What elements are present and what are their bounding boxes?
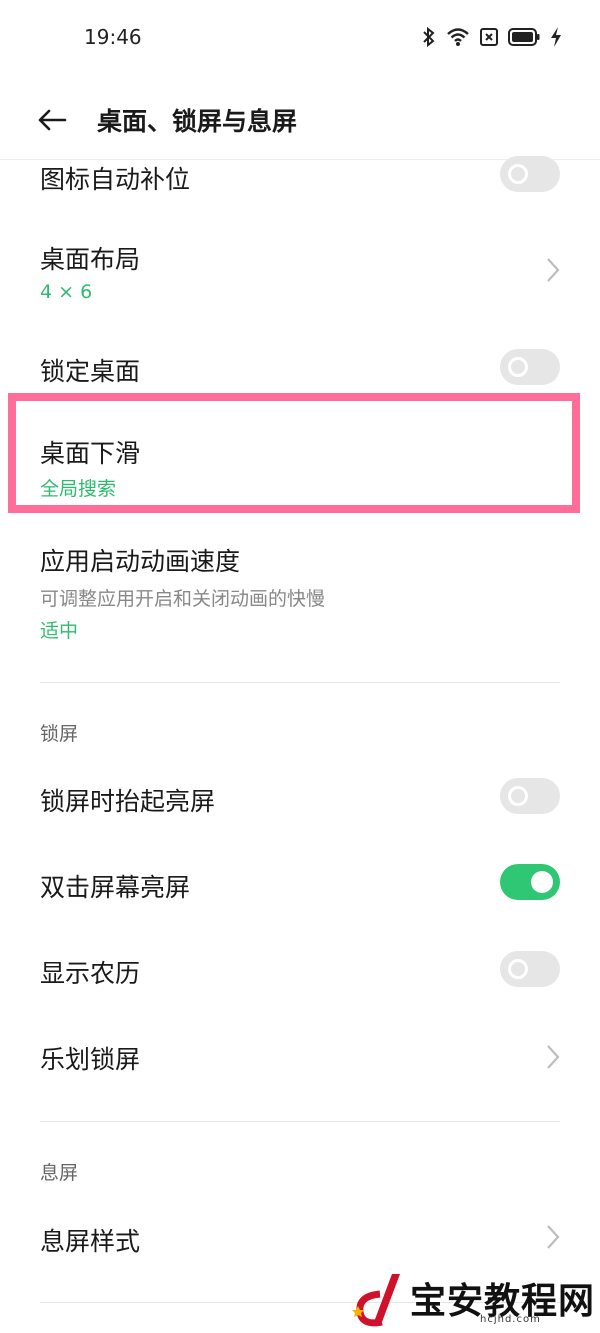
setting-title: 锁屏时抬起亮屏 — [40, 787, 216, 816]
status-time: 19:46 — [84, 25, 142, 49]
back-button[interactable] — [30, 100, 74, 140]
status-icons — [422, 26, 562, 48]
page-title: 桌面、锁屏与息屏 — [97, 107, 298, 136]
setting-title: 应用启动动画速度 — [40, 547, 241, 576]
watermark-logo-icon — [352, 1274, 400, 1327]
setting-value: 4 × 6 — [40, 281, 93, 303]
setting-title: 桌面下滑 — [40, 439, 141, 468]
lunar-calendar-toggle[interactable] — [500, 951, 560, 987]
section-header-lock: 锁屏 — [40, 723, 79, 745]
setting-title: 双击屏幕亮屏 — [40, 873, 191, 902]
section-header-aod: 息屏 — [40, 1162, 79, 1184]
setting-title: 锁定桌面 — [40, 357, 141, 386]
bluetooth-icon — [422, 26, 436, 48]
watermark: 宝安教程网 hcjhd.com — [352, 1272, 594, 1330]
setting-lehua-lockscreen[interactable]: 乐划锁屏 — [0, 1018, 600, 1094]
sim-off-icon — [480, 28, 498, 46]
setting-title: 乐划锁屏 — [40, 1045, 141, 1074]
setting-aod-style[interactable]: 息屏样式 — [0, 1200, 600, 1276]
setting-icon-auto-fill[interactable]: 图标自动补位 — [0, 156, 600, 202]
chevron-right-icon — [547, 258, 560, 282]
setting-lock-desktop[interactable]: 锁定桌面 — [0, 330, 600, 400]
icon-auto-fill-toggle[interactable] — [500, 156, 560, 192]
double-tap-wake-toggle[interactable] — [500, 864, 560, 900]
arrow-left-icon — [38, 109, 67, 131]
wifi-icon — [446, 27, 470, 47]
setting-title: 桌面布局 — [40, 245, 141, 274]
setting-raise-to-wake[interactable]: 锁屏时抬起亮屏 — [0, 760, 600, 836]
lock-desktop-toggle[interactable] — [500, 349, 560, 385]
raise-to-wake-toggle[interactable] — [500, 778, 560, 814]
setting-double-tap-wake[interactable]: 双击屏幕亮屏 — [0, 846, 600, 922]
divider — [40, 682, 560, 683]
setting-desktop-swipe-down[interactable]: 桌面下滑 全局搜索 — [0, 412, 600, 512]
setting-title: 显示农历 — [40, 959, 141, 988]
chevron-right-icon — [547, 1045, 560, 1069]
chevron-right-icon — [547, 1225, 560, 1249]
setting-title: 息屏样式 — [40, 1227, 141, 1256]
watermark-url: hcjhd.com — [480, 1314, 541, 1325]
setting-title: 图标自动补位 — [40, 165, 191, 194]
setting-app-launch-animation-speed[interactable]: 应用启动动画速度 可调整应用开启和关闭动画的快慢 适中 — [0, 520, 600, 650]
app-bar: 桌面、锁屏与息屏 — [0, 80, 600, 160]
battery-icon — [508, 28, 540, 46]
setting-subtitle: 可调整应用开启和关闭动画的快慢 — [40, 588, 326, 610]
setting-value: 全局搜索 — [40, 478, 117, 500]
setting-desktop-layout[interactable]: 桌面布局 4 × 6 — [0, 220, 600, 320]
divider — [40, 1121, 560, 1122]
status-bar: 19:46 — [0, 0, 600, 76]
setting-value: 适中 — [40, 620, 79, 642]
charging-icon — [550, 27, 562, 47]
setting-show-lunar-calendar[interactable]: 显示农历 — [0, 932, 600, 1008]
